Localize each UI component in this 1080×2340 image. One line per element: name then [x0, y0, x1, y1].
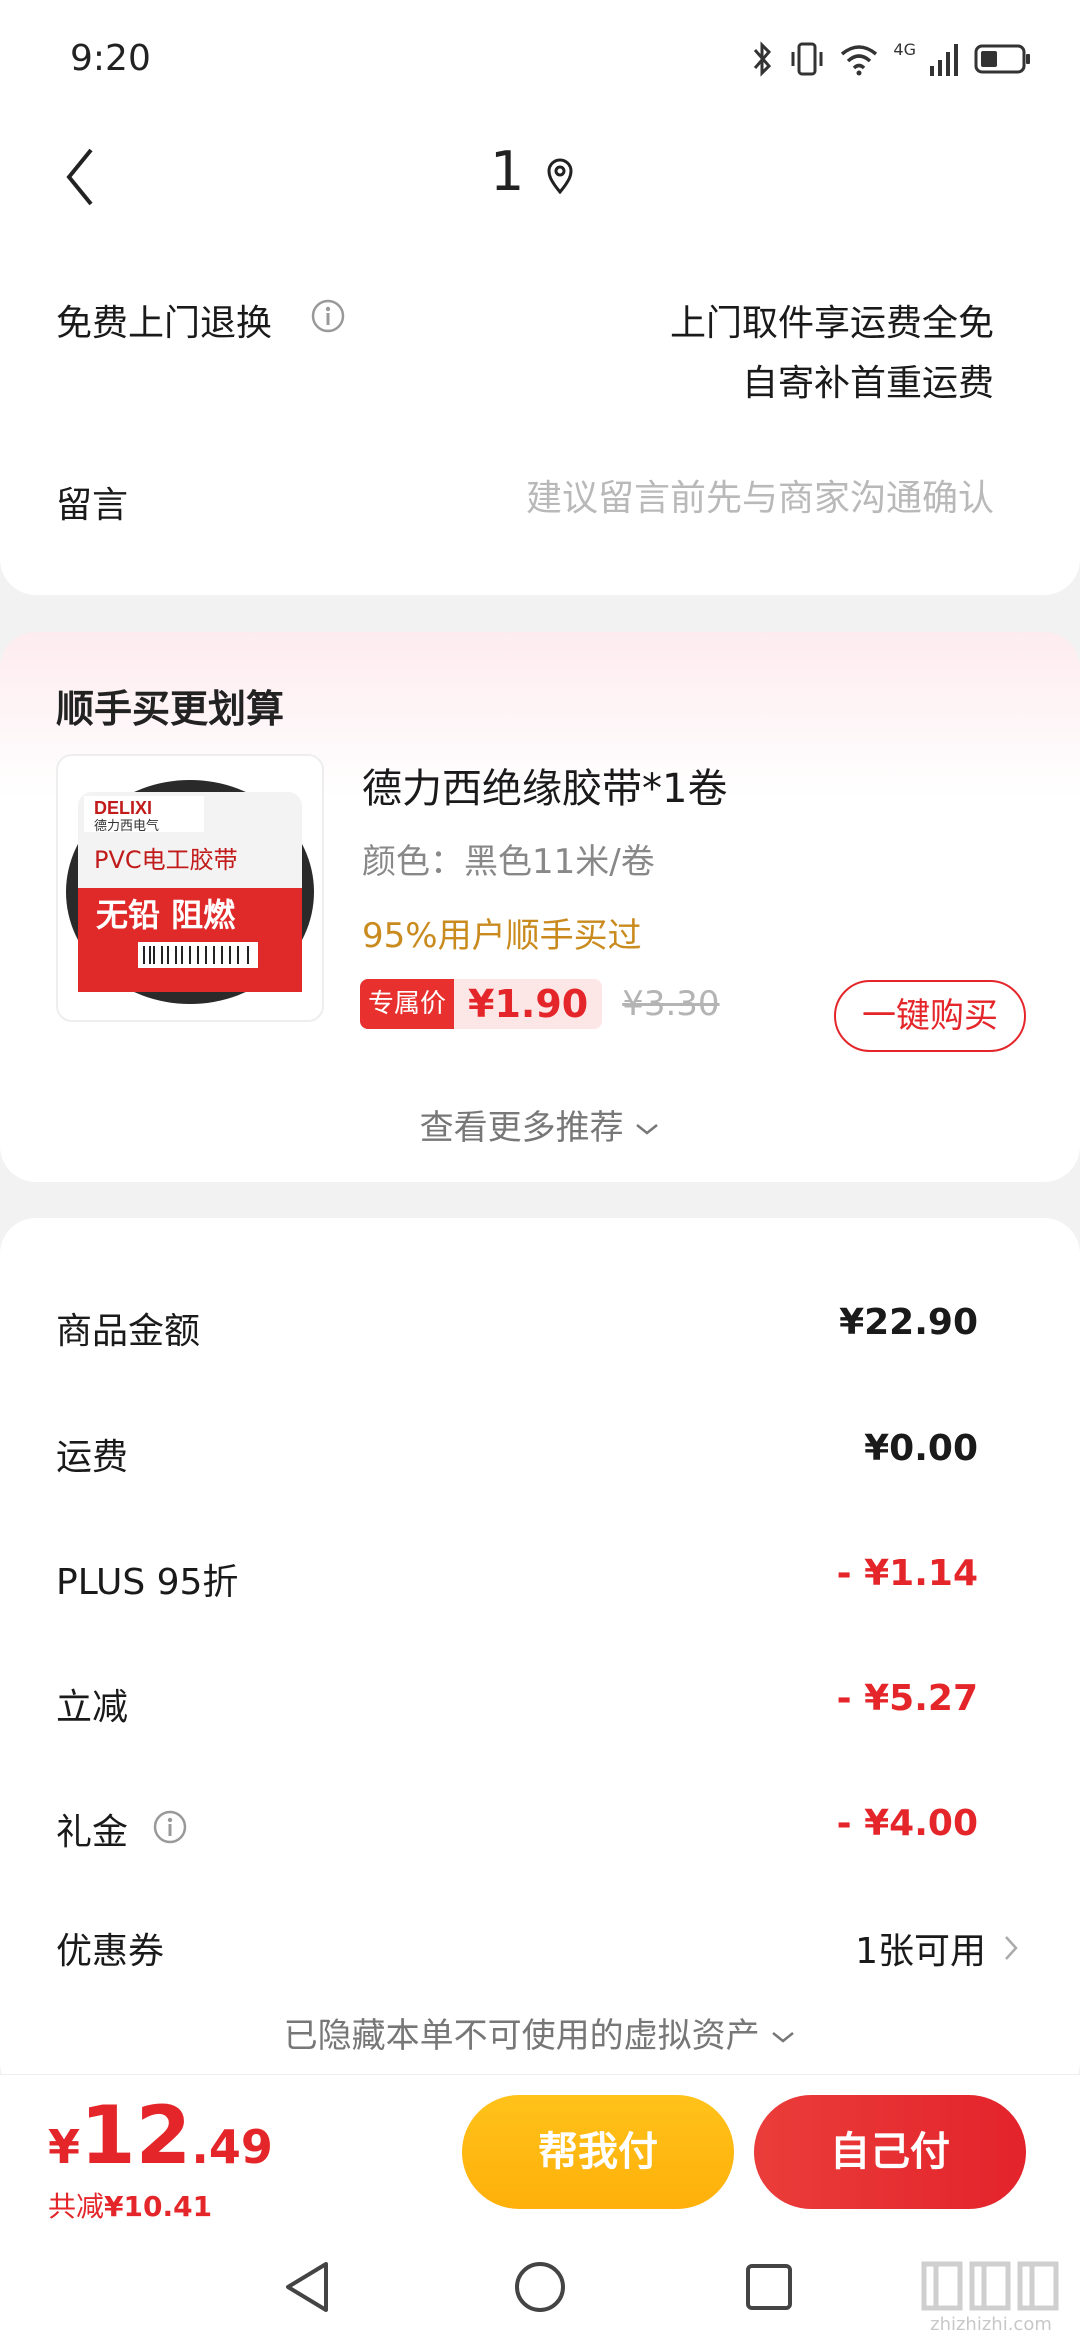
wifi-icon [841, 45, 878, 76]
price-row: 专属价 ¥1.90 ¥3.30 [360, 978, 720, 1030]
nav-recents-button[interactable] [734, 2252, 804, 2322]
total-decimal: .49 [191, 2120, 273, 2174]
coupon-label: 优惠券 [56, 1931, 165, 1972]
summary-row-goods: 商品金额 ¥22.90 [56, 1294, 986, 1354]
message-label: 留言 [56, 485, 129, 526]
more-recommend-label: 查看更多推荐 [419, 1108, 624, 1148]
summary-row-shipping: 运费 ¥0.00 [56, 1420, 986, 1480]
nav-home-button[interactable] [505, 2252, 575, 2322]
coupon-value[interactable]: 1张可用 [855, 1922, 1018, 1974]
square-recents-icon [746, 2264, 792, 2310]
product-popularity: 95%用户顺手买过 [362, 916, 642, 956]
tape-brand-sub-text: 德力西电气 [94, 818, 159, 834]
instant-off-value: - ¥5.27 [836, 1678, 978, 1719]
pay-bar: ¥12.49 共减¥10.41 帮我付 自己付 [0, 2074, 1080, 2234]
status-icons: 4G [751, 40, 1032, 78]
coupon-available-text: 1张可用 [855, 1931, 986, 1972]
chevron-down-icon [636, 1123, 659, 1135]
plus-discount-value: - ¥1.14 [836, 1553, 978, 1594]
goods-amount-label: 商品金额 [56, 1311, 201, 1352]
status-bar: 9:20 4G [0, 0, 1080, 120]
saved-amount: ¥10.41 [104, 2190, 213, 2223]
vibrate-icon [791, 42, 823, 76]
saved-label: 共减 [48, 2190, 105, 2223]
exclusive-price: ¥1.90 [454, 979, 603, 1029]
product-image[interactable]: DELIXI 德力西电气 PVC电工胶带 无铅 阻燃 [56, 754, 324, 1022]
triangle-back-icon [286, 2262, 328, 2312]
total-currency: ¥ [48, 2120, 81, 2174]
original-price: ¥3.30 [622, 984, 720, 1024]
watermark-text: zhizhizhi.com [930, 2314, 1052, 2335]
back-button[interactable] [50, 142, 110, 212]
tape-brand-text: DELIXI [94, 798, 152, 818]
battery-icon [974, 44, 1030, 74]
info-icon[interactable] [152, 1809, 188, 1849]
shipping-value: ¥0.00 [864, 1428, 978, 1469]
nav-bar: 1 [0, 120, 1080, 230]
summary-row-plus: PLUS 95折 - ¥1.14 [56, 1545, 986, 1605]
total-saved: 共减¥10.41 [48, 2185, 212, 2225]
free-return-label: 免费上门退换 [56, 303, 273, 344]
watermark: zhizhizhi.com [916, 2258, 1066, 2338]
summary-row-gift-money: 礼金 - ¥4.00 [56, 1795, 986, 1855]
message-input[interactable] [434, 470, 994, 526]
message-row: 留言 [56, 470, 1024, 530]
circle-home-icon [515, 2262, 565, 2312]
location-pin-icon[interactable] [546, 158, 574, 198]
product-name[interactable]: 德力西绝缘胶带*1卷 [362, 756, 727, 814]
plus-discount-label: PLUS 95折 [56, 1562, 239, 1603]
summary-row-instant-off: 立减 - ¥5.27 [56, 1670, 986, 1730]
gift-money-value: - ¥4.00 [836, 1803, 978, 1844]
return-policy-line1: 上门取件享运费全免 [669, 303, 994, 344]
recommend-title: 顺手买更划算 [56, 687, 285, 731]
shipping-label: 运费 [56, 1437, 129, 1478]
product-spec: 颜色：黑色11米/卷 [362, 842, 655, 882]
watermark-logo [921, 2261, 1059, 2311]
chevron-down-icon [772, 2031, 795, 2043]
chevron-left-icon [66, 148, 93, 206]
return-policy-text: 上门取件享运费全免 自寄补首重运费 [670, 294, 994, 414]
more-recommend-link[interactable]: 查看更多推荐 [0, 1100, 1080, 1149]
network-type-label: 4G [893, 40, 916, 59]
status-time: 9:20 [70, 38, 151, 79]
chevron-right-icon [1005, 1936, 1018, 1960]
price-summary-card: 商品金额 ¥22.90 运费 ¥0.00 PLUS 95折 - ¥1.14 立减… [0, 1218, 1080, 2098]
return-policy-line2: 自寄补首重运费 [741, 363, 994, 404]
tape-line2-text: 无铅 阻燃 [96, 896, 236, 934]
gift-money-label: 礼金 [56, 1812, 129, 1853]
free-return-row[interactable]: 免费上门退换 上门取件享运费全免 自寄补首重运费 [56, 290, 1024, 410]
bluetooth-icon [754, 41, 772, 77]
one-click-buy-button[interactable]: 一键购买 [834, 980, 1026, 1052]
page-title: 1 [490, 140, 525, 203]
signal-icon [930, 44, 958, 76]
recommend-card: 顺手买更划算 DELIXI 德力西电气 PVC电工胶带 无铅 阻燃 德力西绝缘胶… [0, 632, 1080, 1182]
total-amount: ¥12.49 [48, 2089, 273, 2182]
goods-amount-value: ¥22.90 [839, 1302, 978, 1343]
nav-back-button[interactable] [272, 2252, 342, 2322]
info-icon[interactable] [310, 298, 346, 338]
summary-row-coupon[interactable]: 优惠券 1张可用 [56, 1914, 1018, 1974]
exclusive-price-tag: 专属价 [360, 979, 455, 1029]
pay-myself-button[interactable]: 自己付 [754, 2095, 1026, 2209]
help-me-pay-button[interactable]: 帮我付 [462, 2095, 734, 2209]
hidden-assets-toggle[interactable]: 已隐藏本单不可使用的虚拟资产 [0, 2008, 1080, 2057]
instant-off-label: 立减 [56, 1687, 129, 1728]
total-integer: 12 [80, 2089, 192, 2182]
hidden-assets-label: 已隐藏本单不可使用的虚拟资产 [283, 2016, 760, 2056]
tape-line1-text: PVC电工胶带 [94, 846, 238, 874]
